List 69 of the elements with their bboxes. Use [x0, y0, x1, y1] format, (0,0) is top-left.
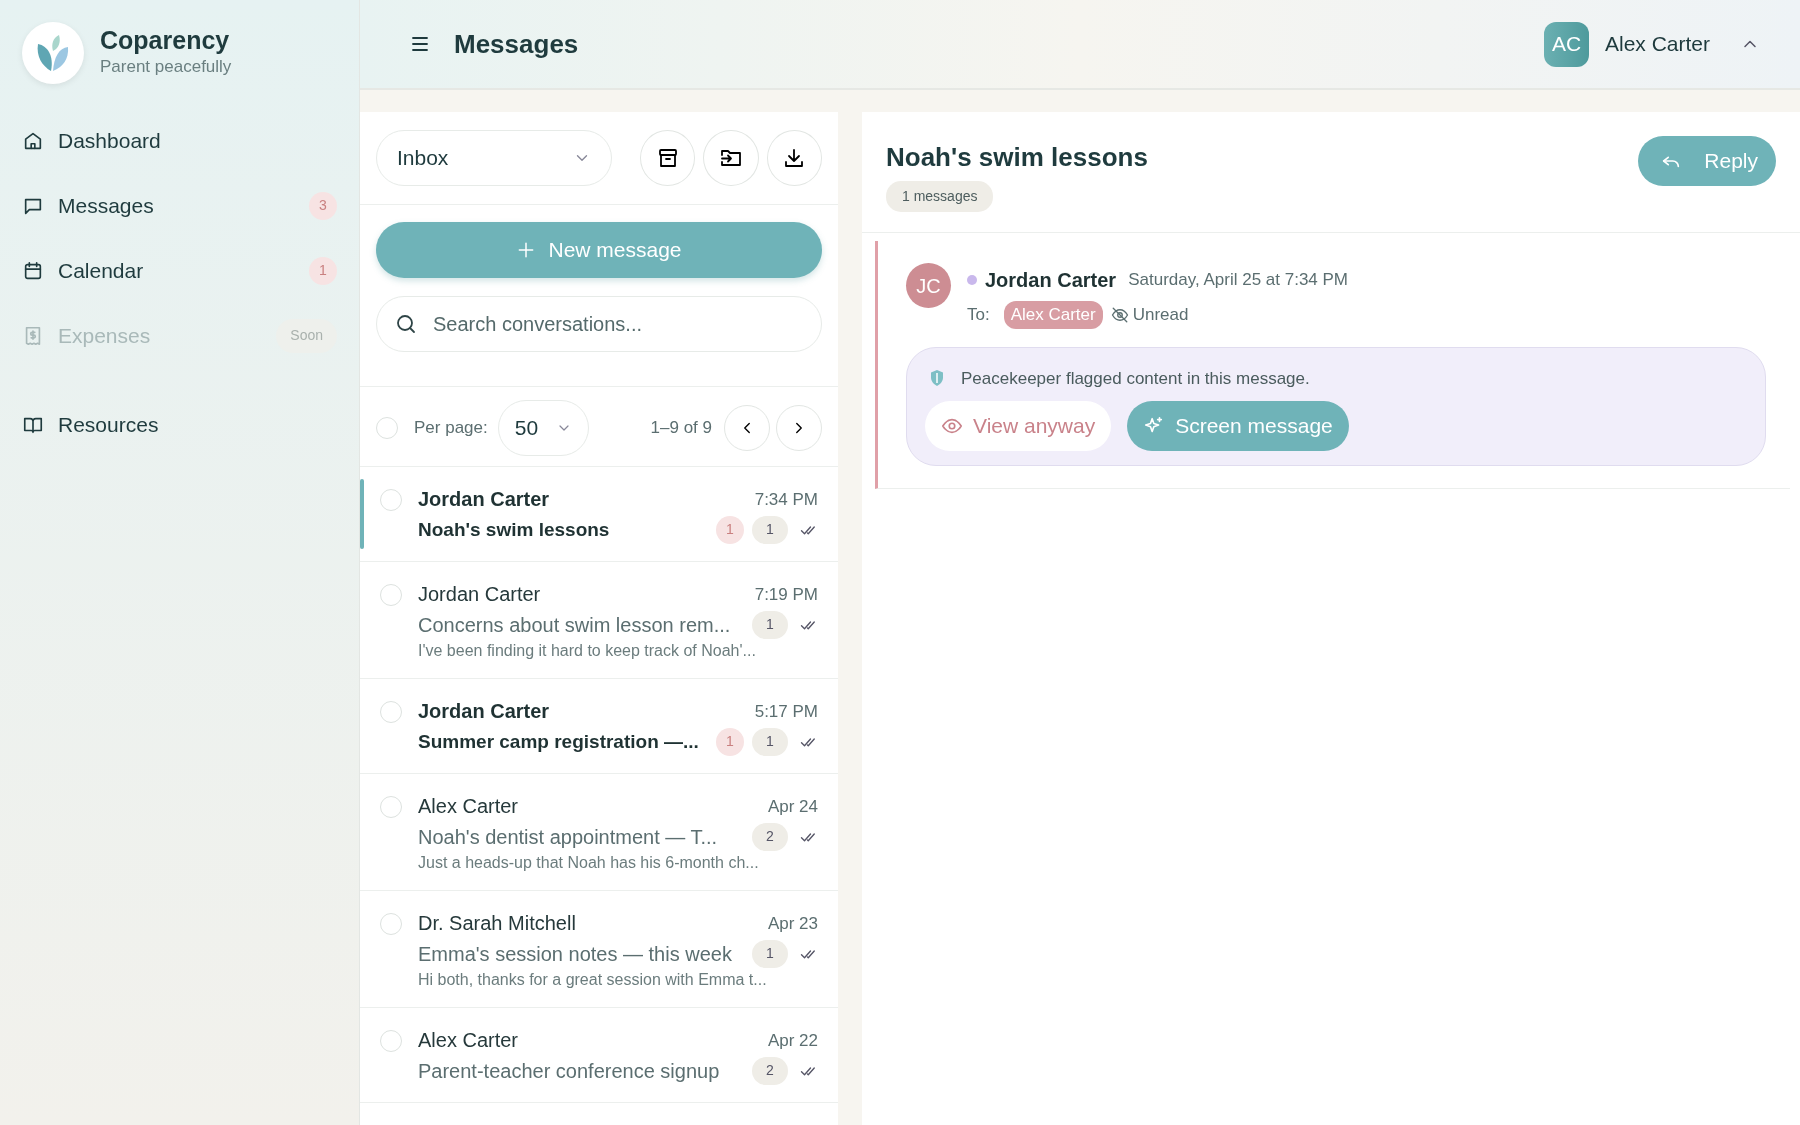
message-count-badge: 2: [752, 1057, 788, 1085]
message-preview: Hi both, thanks for a great session with Emma t...: [418, 970, 768, 990]
to-label: To:: [967, 304, 990, 326]
message-count-badge: 1 messages: [886, 181, 994, 212]
conversation-item[interactable]: Jordan Carter 5:17 PM Summer camp registration —... 1 1: [360, 679, 838, 774]
brand-tagline: Parent peacefully: [100, 56, 232, 78]
search-field[interactable]: Search conversations...: [376, 296, 822, 352]
next-page-button[interactable]: [776, 404, 822, 451]
conversation-item[interactable]: Alex Carter Apr 22 Parent-teacher conference signup 2: [360, 1008, 838, 1103]
eye-off-icon: [1110, 305, 1129, 324]
message-time: Apr 22: [767, 1029, 818, 1052]
per-page-select[interactable]: 50: [497, 399, 590, 456]
message-time: 5:17 PM: [754, 700, 818, 723]
message-time: 7:19 PM: [754, 583, 818, 606]
subject: Emma's session notes — this week: [418, 941, 732, 967]
flag-text: Peacekeeper flagged content in this message.: [961, 367, 1310, 390]
sidebar-item[interactable]: Dashboard: [22, 108, 337, 173]
sender-name: Jordan Carter: [418, 699, 550, 724]
message-count-badge: 1: [752, 728, 788, 756]
count-badge: 3: [309, 191, 337, 220]
conversation-item[interactable]: Alex Carter Apr 24 Noah's dentist appointment — T... 2 Just a heads-up that Noah has his 6-month ch...: [360, 774, 838, 891]
sender-name: Alex Carter: [418, 1028, 519, 1053]
user-avatar: AC: [1543, 21, 1589, 67]
sidebar-item[interactable]: Messages 3: [22, 173, 337, 238]
message-count-badge: 2: [752, 823, 788, 851]
sender-name: Jordan Carter: [985, 268, 1117, 293]
conversation-item[interactable]: Jordan Carter 7:19 PM Concerns about swim lesson rem... 1 I've been finding it hard to keep track of Noah'...: [360, 562, 838, 679]
folder-label: Inbox: [397, 145, 449, 172]
soon-tag: Soon: [276, 318, 337, 353]
conversation-item[interactable]: Dr. Sarah Mitchell Apr 23 Emma's session notes — this week 1 Hi both, thanks for a great session with Emma t...: [360, 891, 838, 1008]
subject: Parent-teacher conference signup: [418, 1058, 720, 1084]
per-page-label: Per page:: [414, 416, 488, 439]
message-time: Apr 23: [767, 912, 818, 935]
sender-name: Jordan Carter: [418, 487, 550, 512]
sender-name: Dr. Sarah Mitchell: [418, 911, 576, 936]
message-preview: Just a heads-up that Noah has his 6-month ch...: [418, 853, 760, 873]
message-count-badge: 1: [752, 940, 788, 968]
message-count-badge: 1: [752, 611, 788, 639]
count-badge: 1: [309, 256, 337, 285]
recipient-tag: Alex Carter: [1003, 301, 1103, 329]
sidebar-item[interactable]: Resources: [22, 392, 337, 457]
page-range: 1–9 of 9: [650, 416, 712, 439]
search-icon: [394, 312, 418, 336]
flag-count-badge: 1: [716, 516, 744, 544]
subject: Noah's dentist appointment — T...: [418, 824, 718, 850]
shield-icon: [929, 369, 945, 388]
sender-avatar: JC: [906, 263, 951, 308]
read-status: Unread: [1132, 304, 1189, 326]
page-title: Messages: [454, 27, 579, 61]
calendar-icon: [22, 259, 44, 282]
message-time: 7:34 PM: [754, 488, 818, 511]
conversation-title: Noah's swim lessons: [886, 141, 1148, 174]
move-to-folder-button[interactable]: [703, 130, 759, 186]
message-preview: I've been finding it hard to keep track of Noah'...: [418, 641, 757, 661]
sidebar-item[interactable]: Calendar 1: [22, 238, 337, 303]
flag-count-badge: 1: [716, 728, 744, 756]
subject: Concerns about swim lesson rem...: [418, 612, 731, 638]
subject: Noah's swim lessons: [418, 518, 610, 542]
conversation-item[interactable]: Jordan Carter 7:34 PM Noah's swim lessons 1 1: [360, 467, 838, 562]
message-date: Saturday, April 25 at 7:34 PM: [1128, 269, 1349, 292]
subject: Summer camp registration —...: [418, 730, 699, 754]
message-count-badge: 1: [752, 516, 788, 544]
folder-select[interactable]: Inbox: [376, 130, 612, 186]
sender-name: Jordan Carter: [418, 582, 541, 607]
message-time: Apr 24: [767, 795, 818, 818]
sender-name: Alex Carter: [418, 794, 519, 819]
previous-page-button[interactable]: [724, 404, 770, 451]
brand-name: Coparency: [100, 26, 231, 54]
user-name[interactable]: Alex Carter: [1604, 28, 1710, 60]
